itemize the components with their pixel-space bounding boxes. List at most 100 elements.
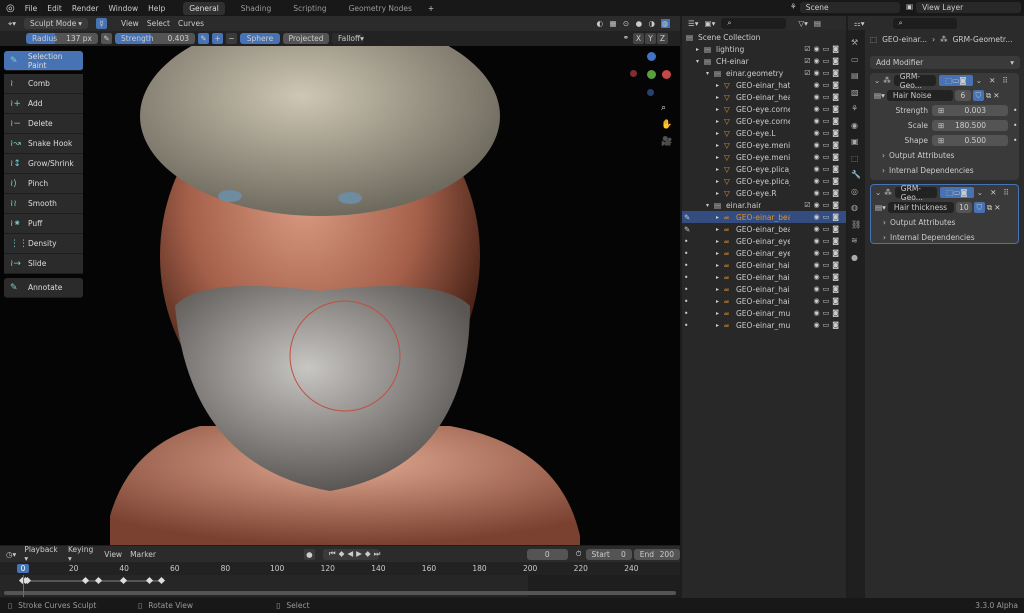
drag-handle-icon[interactable]: ⠿ [1003, 188, 1009, 197]
tool-smooth[interactable]: ≀≀ Smooth [4, 194, 83, 214]
tab-general[interactable]: General [183, 1, 225, 15]
gizmo-neg-z[interactable] [647, 89, 654, 96]
add-modifier-button[interactable]: Add Modifier ▾ [870, 56, 1020, 69]
outliner-item[interactable]: •▸𝓌GEO-einar_must◉▭◙ [682, 319, 846, 331]
outliner-item[interactable]: • ▸ 𝓌 GEO-einar_hair. ◉▭◙ [682, 271, 846, 283]
view-menu[interactable]: View [121, 19, 139, 28]
outliner-item[interactable]: • ▸ 𝓌 GEO-einar_eyel ◉▭◙ [682, 247, 846, 259]
visibility-toggles[interactable]: ◉▭◙ [813, 165, 842, 173]
marker-menu[interactable]: Marker [130, 550, 156, 559]
dot-icon[interactable]: • [684, 285, 688, 294]
visibility-toggles[interactable]: ◉▭◙ [813, 177, 842, 185]
stopwatch-icon[interactable]: ⏱ [576, 549, 582, 559]
current-frame-field[interactable]: 0 [526, 548, 568, 560]
expand-arrow-icon[interactable]: ▸ [716, 178, 724, 185]
unlink-icon[interactable]: ✕ [994, 203, 1000, 212]
outliner-item[interactable]: ▸ ▽ GEO-eye.L ◉▭◙ [682, 127, 846, 139]
visibility-toggles[interactable]: ◉▭◙ [813, 213, 842, 221]
visibility-toggles[interactable]: ◉▭◙ [813, 321, 842, 329]
symmetry-icon[interactable]: ☿ [96, 18, 107, 29]
strength-pressure-icon[interactable]: ✎ [198, 33, 209, 44]
display-mode-icon[interactable]: ▣▾ [705, 19, 716, 28]
subpanel-output-attributes[interactable]: › Output Attributes [871, 215, 1018, 230]
drag-handle-icon[interactable]: ⠿ [1002, 76, 1008, 85]
playback-menu[interactable]: Playback ▾ [24, 545, 60, 563]
tool-pinch[interactable]: ≀⟩ Pinch [4, 174, 83, 194]
mode-select[interactable]: Sculpt Mode ▾ [24, 18, 88, 29]
scene-field[interactable]: Scene [799, 2, 900, 13]
projected-button[interactable]: Projected [283, 33, 329, 44]
subpanel-internal-dependencies[interactable]: › Internal Dependencies [870, 163, 1019, 178]
visibility-toggles[interactable]: ☑◉▭◙ [804, 69, 842, 77]
tool-grow-shrink[interactable]: ≀↕ Grow/Shrink [4, 154, 83, 174]
gizmo-x-axis[interactable] [662, 70, 671, 79]
modifier-menu-icon[interactable]: ⌄ [976, 76, 982, 85]
playback-controls[interactable]: ⏮◆◀▶◆⏭ [322, 548, 380, 560]
constraints-tab-icon[interactable]: ⛓ [851, 220, 861, 229]
outliner-collection[interactable]: ▸ ▤ lighting ☑◉▭◙ [682, 43, 846, 55]
dot-icon[interactable]: • [684, 249, 688, 258]
duplicate-icon[interactable]: ⧉ [987, 203, 992, 213]
dot-icon[interactable]: • [684, 237, 688, 246]
radius-field[interactable]: Radius 137 px [26, 33, 98, 44]
outliner-item[interactable]: ▸▽GEO-eye.menisc◉▭◙ [682, 139, 846, 151]
attribute-toggle-icon[interactable]: ⊞ [938, 106, 944, 115]
visibility-toggles[interactable]: ◉▭◙ [813, 141, 842, 149]
keyframe[interactable] [120, 576, 128, 585]
expand-arrow-icon[interactable]: ▸ [716, 250, 724, 257]
node-tree-icon[interactable]: ▤▾ [875, 203, 886, 212]
3d-viewport[interactable] [0, 46, 680, 545]
particles-tab-icon[interactable]: ◎ [851, 187, 858, 196]
world-tab-icon[interactable]: ◉ [851, 121, 858, 130]
tool-snake-hook[interactable]: ≀↝ Snake Hook [4, 134, 83, 154]
keying-menu[interactable]: Keying ▾ [68, 545, 96, 563]
input-shape-field[interactable]: ⊞ 0.500 [932, 135, 1008, 146]
expand-arrow-icon[interactable]: ▸ [716, 274, 724, 281]
tool-slide[interactable]: ≀→ Slide [4, 254, 83, 274]
input-strength-field[interactable]: ⊞ 0.003 [932, 105, 1008, 116]
properties-search-input[interactable]: ⌕ [892, 17, 957, 29]
dot-icon[interactable]: • [684, 297, 688, 306]
view-layer-field[interactable]: View Layer [916, 2, 1021, 13]
strength-field[interactable]: Strength 0.403 [115, 33, 195, 44]
visibility-toggles[interactable]: ◉▭◙ [813, 93, 842, 101]
tool-add[interactable]: ≀+ Add [4, 94, 83, 114]
duplicate-icon[interactable]: ⧉ [986, 91, 991, 101]
new-collection-icon[interactable]: ▤ [814, 19, 821, 28]
scene-selector[interactable]: ⚘ Scene [790, 2, 900, 14]
expand-arrow-icon[interactable]: ▸ [716, 286, 724, 293]
tool-comb[interactable]: ≀ Comb [4, 74, 83, 94]
menu-window[interactable]: Window [109, 4, 139, 13]
keyframe[interactable] [82, 576, 90, 585]
tool-tab-icon[interactable]: ⚒ [851, 38, 858, 47]
timeline-ruler[interactable]: 0 20 40 60 80 100 120 140 160 180 200 220 240 [0, 562, 680, 575]
expand-arrow-icon[interactable]: ▾ [706, 202, 714, 209]
outliner-editor-icon[interactable]: ☰▾ [688, 19, 699, 28]
outliner-item[interactable]: ▤ Scene Collection [682, 31, 846, 43]
outliner-item[interactable]: •▸𝓌GEO-einar_must◉▭◙ [682, 307, 846, 319]
curves-menu[interactable]: Curves [178, 19, 204, 28]
fake-user-icon[interactable]: ⛉ [973, 202, 985, 213]
collection-tab-icon[interactable]: ▣ [851, 137, 859, 146]
visibility-toggles[interactable]: ☑◉▭◙ [804, 57, 842, 65]
mirror-y-button[interactable]: Y [645, 33, 656, 44]
modifier-visibility-toggles[interactable]: ⬚▭◙ [939, 187, 974, 198]
modifier-visibility-toggles[interactable]: ⬚▭◙ [938, 75, 973, 86]
dot-icon[interactable]: • [684, 273, 688, 282]
start-frame-field[interactable]: Start 0 [585, 548, 632, 560]
end-frame-field[interactable]: End 200 [633, 548, 680, 560]
menu-edit[interactable]: Edit [47, 4, 62, 13]
tool-delete[interactable]: ≀− Delete [4, 114, 83, 134]
shading-buttons[interactable]: ◐ ▦ ⊙ ● ◑ ◍ [597, 19, 670, 28]
object-tab-icon[interactable]: ⬚ [851, 154, 859, 163]
keyframe-area[interactable] [0, 575, 680, 597]
fake-user-icon[interactable]: ⛉ [972, 90, 984, 101]
visibility-toggles[interactable]: ◉▭◙ [813, 189, 842, 197]
expand-arrow-icon[interactable]: ▸ [716, 118, 724, 125]
node-tree-icon[interactable]: ▤▾ [874, 91, 885, 100]
tab-scripting[interactable]: Scripting [287, 2, 332, 15]
view-layer-tab-icon[interactable]: ▧ [851, 88, 859, 97]
visibility-toggles[interactable]: ☑◉▭◙ [804, 45, 842, 53]
visibility-toggles[interactable]: ☑◉▭◙ [804, 201, 842, 209]
expand-arrow-icon[interactable]: ▸ [716, 154, 724, 161]
